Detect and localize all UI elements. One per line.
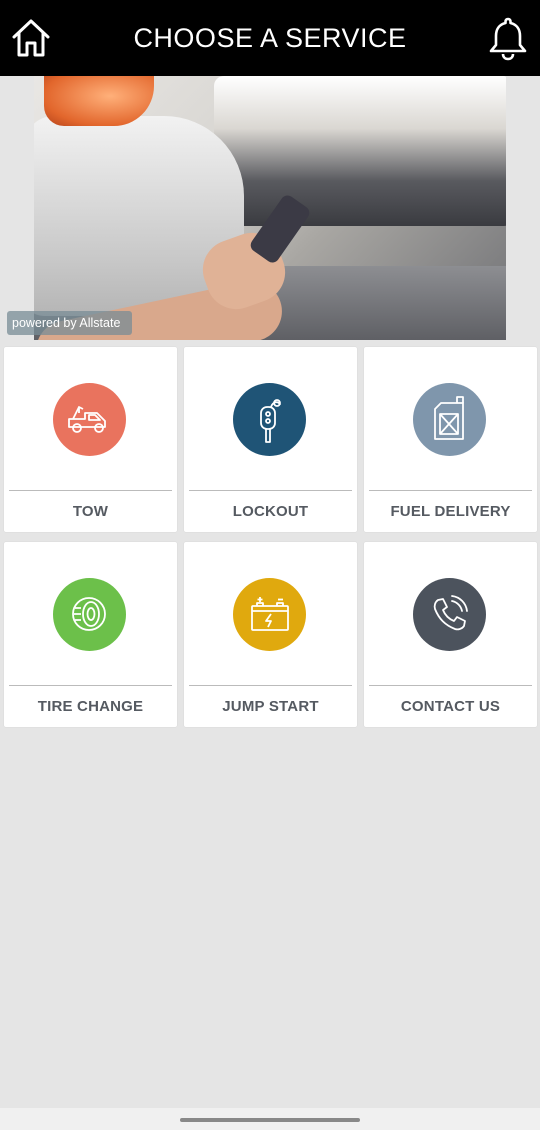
battery-icon xyxy=(233,578,306,651)
service-label: FUEL DELIVERY xyxy=(390,503,511,520)
service-label: TIRE CHANGE xyxy=(37,698,144,715)
hero-image xyxy=(34,76,506,340)
tow-truck-icon xyxy=(53,383,126,456)
bell-icon[interactable] xyxy=(486,15,530,61)
service-tow[interactable]: TOW xyxy=(4,347,177,532)
powered-by-badge: powered by Allstate xyxy=(7,311,132,335)
service-tire-change[interactable]: TIRE CHANGE xyxy=(4,542,177,727)
service-label: LOCKOUT xyxy=(232,503,309,520)
service-jump-start[interactable]: JUMP START xyxy=(184,542,357,727)
system-nav-bar xyxy=(0,1108,540,1130)
page-title: CHOOSE A SERVICE xyxy=(133,23,407,53)
service-label: JUMP START xyxy=(222,698,319,715)
service-lockout[interactable]: LOCKOUT xyxy=(184,347,357,532)
service-contact-us[interactable]: CONTACT US xyxy=(364,542,537,727)
service-label: CONTACT US xyxy=(400,698,501,715)
home-gesture-handle[interactable] xyxy=(180,1118,360,1122)
service-label: TOW xyxy=(72,503,109,520)
top-bar: CHOOSE A SERVICE xyxy=(0,0,540,76)
fuel-can-icon xyxy=(413,383,486,456)
car-key-icon xyxy=(233,383,306,456)
phone-icon xyxy=(413,578,486,651)
service-fuel-delivery[interactable]: FUEL DELIVERY xyxy=(364,347,537,532)
tire-icon xyxy=(53,578,126,651)
